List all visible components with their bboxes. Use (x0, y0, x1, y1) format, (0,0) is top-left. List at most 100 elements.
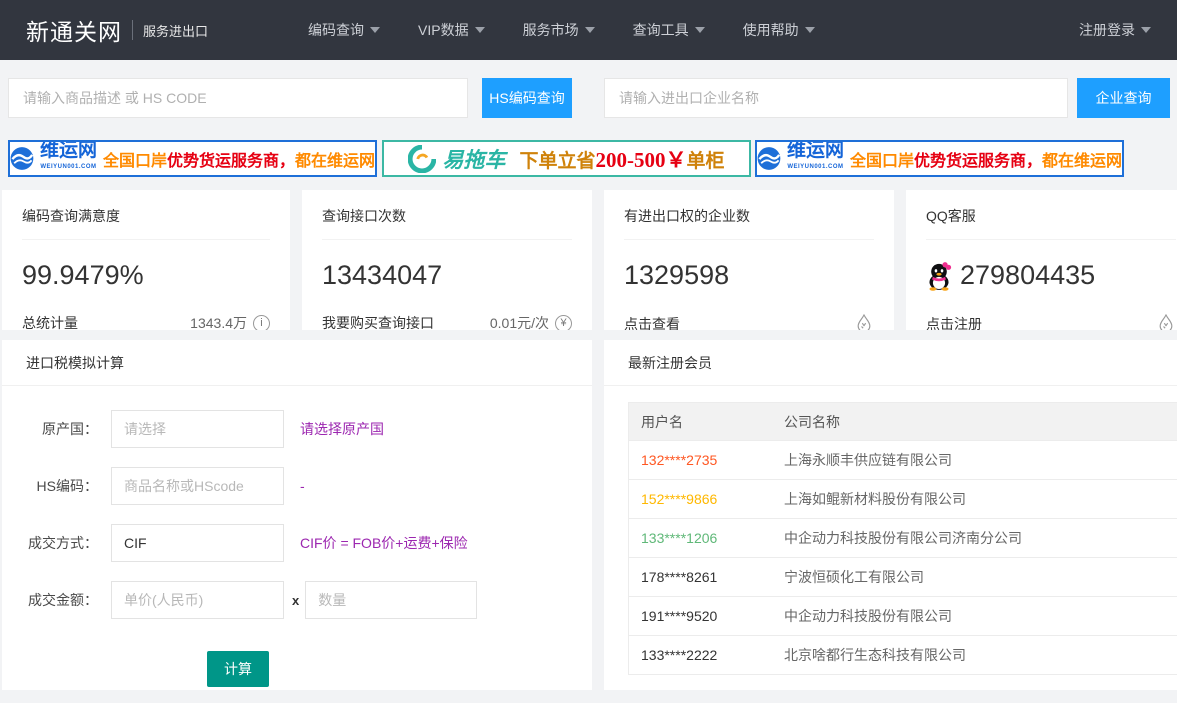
members-table-header: 用户名 公司名称 (629, 403, 1177, 441)
nav-item-label: 编码查询 (308, 20, 364, 40)
table-row: 152****9866 上海如鲲新材料股份有限公司 (629, 480, 1177, 519)
quantity-field[interactable] (305, 581, 477, 619)
yituoche-ad-text: 下单立省200-500￥单柜 (519, 144, 724, 174)
member-company: 中企动力科技股份有限公司济南分公司 (784, 528, 1177, 548)
qq-penguin-icon (926, 261, 952, 291)
register-login-label: 注册登录 (1079, 20, 1135, 40)
trade-method-hint: CIF价 = FOB价+运费+保险 (300, 533, 468, 553)
hs-code-search-button[interactable]: HS编码查询 (482, 78, 572, 118)
chevron-down-icon (585, 27, 595, 33)
stat-card-value: 279804435 (960, 260, 1095, 291)
hs-code-label: HS编码： (2, 476, 98, 496)
search-section: HS编码查询 企业查询 (0, 60, 1177, 140)
stat-footer-value: 1343.4万 (190, 313, 247, 330)
yen-icon: ¥ (555, 315, 572, 331)
nav-item-code-query[interactable]: 编码查询 (308, 20, 380, 40)
logo-divider (132, 20, 133, 40)
stat-card-title: 有进出口权的企业数 (624, 206, 874, 240)
member-company: 北京啥都行生态科技有限公司 (784, 645, 1177, 665)
unit-price-field[interactable] (111, 581, 284, 619)
chevron-down-icon (370, 27, 380, 33)
chevron-down-icon (805, 27, 815, 33)
chevron-down-icon (1141, 27, 1151, 33)
nav-item-query-tools[interactable]: 查询工具 (633, 20, 705, 40)
stat-card-title: 编码查询满意度 (22, 206, 270, 240)
table-row: 133****2222 北京啥都行生态科技有限公司 (629, 636, 1177, 675)
weiyun-ad-banner[interactable]: 维运网WEIYUN001.COM 全国口岸优势货运服务商，都在维运网 (8, 140, 377, 177)
chevron-down-icon (695, 27, 705, 33)
member-company: 宁波恒硕化工有限公司 (784, 567, 1177, 587)
yituoche-ad-banner[interactable]: 易拖车 下单立省200-500￥单柜 (382, 140, 751, 177)
stat-card-footer-link[interactable]: 点击查看 (624, 314, 680, 330)
weiyun-logo-text: 维运网WEIYUN001.COM (787, 143, 844, 175)
multiply-sign: x (292, 593, 299, 608)
import-tax-calculator-panel: 进口税模拟计算 原产国： 请选择原产国 HS编码： - 成交方式： CIF价 =… (2, 340, 592, 690)
stat-footer-value: 0.01元/次 (490, 313, 549, 330)
trade-amount-label: 成交金额： (2, 590, 98, 610)
register-login-menu[interactable]: 注册登录 (1079, 20, 1151, 40)
ad-banners: 维运网WEIYUN001.COM 全国口岸优势货运服务商，都在维运网 易拖车 下… (0, 140, 1177, 178)
hs-code-field[interactable] (111, 467, 284, 505)
member-username: 133****1206 (629, 530, 784, 546)
stat-card-footer-link[interactable]: 总统计量 (22, 313, 78, 330)
company-column-header: 公司名称 (784, 412, 1177, 432)
nav-item-vip-data[interactable]: VIP数据 (418, 20, 485, 40)
latest-members-panel: 最新注册会员 用户名 公司名称 132****2735 上海永顺丰供应链有限公司… (604, 340, 1177, 690)
origin-country-row: 原产国： 请选择原产国 (2, 410, 592, 448)
nav-item-label: VIP数据 (418, 20, 469, 40)
weiyun-logo-text: 维运网WEIYUN001.COM (40, 143, 97, 175)
calculate-button[interactable]: 计算 (207, 651, 269, 687)
stat-card-value: 99.9479% (22, 260, 270, 291)
nav-item-label: 使用帮助 (743, 20, 799, 40)
member-username: 152****9866 (629, 491, 784, 507)
stat-card-title: QQ客服 (926, 206, 1176, 240)
stat-card-companies: 有进出口权的企业数 1329598 点击查看 (604, 190, 894, 330)
member-username: 133****2222 (629, 647, 784, 663)
member-company: 上海如鲲新材料股份有限公司 (784, 489, 1177, 509)
origin-country-select[interactable] (111, 410, 284, 448)
nav-item-help[interactable]: 使用帮助 (743, 20, 815, 40)
hs-code-search-input[interactable] (8, 78, 468, 118)
weiyun-ad-text: 全国口岸优势货运服务商，都在维运网 (103, 147, 375, 171)
stat-card-title: 查询接口次数 (322, 206, 572, 240)
weiyun-ad-text: 全国口岸优势货运服务商，都在维运网 (850, 147, 1122, 171)
yituoche-logo-icon (408, 145, 436, 173)
stat-card-footer-link[interactable]: 点击注册 (926, 314, 982, 330)
logo-subtitle: 服务进出口 (143, 21, 208, 40)
yituoche-logo-text: 易拖车 (442, 144, 505, 174)
table-row: 133****1206 中企动力科技股份有限公司济南分公司 (629, 519, 1177, 558)
trade-method-select[interactable] (111, 524, 284, 562)
weiyun-ad-banner-2[interactable]: 维运网WEIYUN001.COM 全国口岸优势货运服务商，都在维运网 (755, 140, 1124, 177)
nav-item-label: 服务市场 (523, 20, 579, 40)
trade-amount-row: 成交金额： x (2, 581, 592, 619)
trade-method-label: 成交方式： (2, 533, 98, 553)
logo[interactable]: 新通关网 服务进出口 (26, 13, 208, 47)
company-search-input[interactable] (604, 78, 1068, 118)
stat-card-value: 1329598 (624, 260, 874, 291)
member-company: 上海永顺丰供应链有限公司 (784, 450, 1177, 470)
hs-code-row: HS编码： - (2, 467, 592, 505)
members-panel-title: 最新注册会员 (604, 340, 1177, 386)
stat-card-footer-link[interactable]: 我要购买查询接口 (322, 313, 434, 330)
nav-item-label: 查询工具 (633, 20, 689, 40)
origin-country-label: 原产国： (2, 419, 98, 439)
weiyun-logo-icon (10, 145, 34, 172)
stat-card-value: 13434047 (322, 260, 572, 291)
nav-menu: 编码查询 VIP数据 服务市场 查询工具 使用帮助 (308, 20, 815, 40)
info-icon: i (253, 315, 270, 331)
member-username: 132****2735 (629, 452, 784, 468)
table-row: 191****9520 中企动力科技股份有限公司 (629, 597, 1177, 636)
company-search-button[interactable]: 企业查询 (1077, 78, 1170, 118)
origin-country-hint: 请选择原产国 (300, 419, 384, 439)
members-table: 用户名 公司名称 132****2735 上海永顺丰供应链有限公司 152***… (628, 402, 1177, 675)
stat-card-qq-service: QQ客服 279804435 点击注册 (906, 190, 1177, 330)
calculator-panel-title: 进口税模拟计算 (2, 340, 592, 386)
flame-icon (854, 313, 874, 330)
nav-item-service-market[interactable]: 服务市场 (523, 20, 595, 40)
member-username: 178****8261 (629, 569, 784, 585)
table-row: 178****8261 宁波恒硕化工有限公司 (629, 558, 1177, 597)
logo-text: 新通关网 (26, 13, 122, 47)
trade-method-row: 成交方式： CIF价 = FOB价+运费+保险 (2, 524, 592, 562)
member-username: 191****9520 (629, 608, 784, 624)
table-row: 132****2735 上海永顺丰供应链有限公司 (629, 441, 1177, 480)
